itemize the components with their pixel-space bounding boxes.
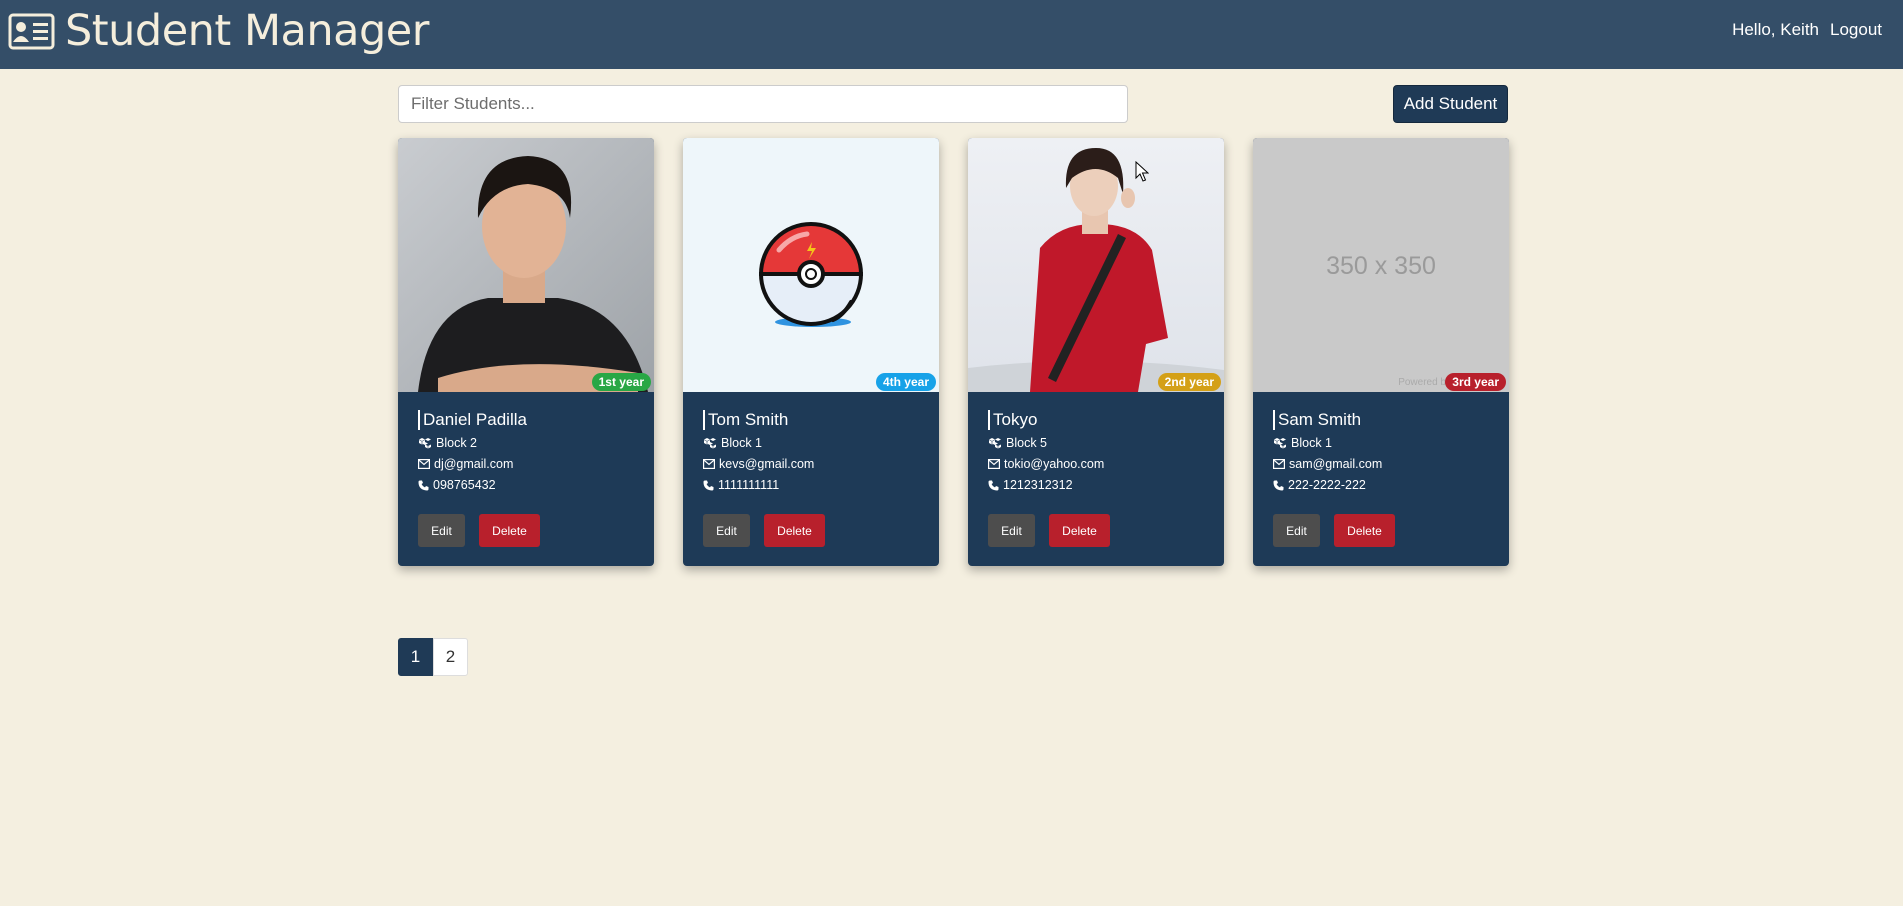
user-greeting[interactable]: Hello, Keith <box>1732 20 1819 40</box>
brand[interactable]: Student Manager <box>8 4 429 58</box>
envelope-icon <box>703 459 715 469</box>
student-name: Tom Smith <box>703 410 923 430</box>
envelope-icon <box>988 459 1000 469</box>
student-photo: 350 x 350 Powered by 3rd year <box>1253 138 1509 392</box>
phone-icon <box>1273 480 1284 490</box>
year-badge: 4th year <box>875 373 936 391</box>
phone-info: 222-2222-222 <box>1273 477 1493 493</box>
app-title: Student Manager <box>65 6 429 56</box>
cubes-icon <box>704 438 716 449</box>
year-badge: 3rd year <box>1445 373 1506 391</box>
student-name: Daniel Padilla <box>418 410 638 430</box>
email-info: tokio@yahoo.com <box>988 456 1208 472</box>
student-card: 4th year Tom Smith Block 1 kevs@gmail.co… <box>683 138 939 566</box>
edit-button[interactable]: Edit <box>1273 514 1320 547</box>
page-2-button[interactable]: 2 <box>433 638 468 676</box>
edit-button[interactable]: Edit <box>418 514 465 547</box>
placeholder-text: 350 x 350 <box>1326 252 1436 280</box>
year-badge: 1st year <box>591 373 651 391</box>
cubes-icon <box>1274 438 1286 449</box>
phone-info: 098765432 <box>418 477 638 493</box>
student-card: 350 x 350 Powered by 3rd year Sam Smith … <box>1253 138 1509 566</box>
logout-link[interactable]: Logout <box>1830 20 1882 40</box>
page-1-button[interactable]: 1 <box>398 638 433 676</box>
phone-icon <box>418 480 429 490</box>
student-photo: 4th year <box>683 138 939 392</box>
navbar: Student Manager Hello, Keith Logout <box>0 0 1903 69</box>
id-card-icon <box>8 13 55 49</box>
envelope-icon <box>1273 459 1285 469</box>
phone-info: 1212312312 <box>988 477 1208 493</box>
student-card: 1st year Daniel Padilla Block 2 dj@gmail… <box>398 138 654 566</box>
delete-button[interactable]: Delete <box>1334 514 1395 547</box>
powered-by-text: Powered by <box>1398 377 1451 388</box>
mouse-cursor-icon <box>1135 161 1149 182</box>
envelope-icon <box>418 459 430 469</box>
email-info: kevs@gmail.com <box>703 456 923 472</box>
student-card: 2nd year Tokyo Block 5 tokio@yahoo.com 1… <box>968 138 1224 566</box>
student-photo: 1st year <box>398 138 654 392</box>
block-info: Block 2 <box>418 435 638 451</box>
student-name: Sam Smith <box>1273 410 1493 430</box>
block-info: Block 5 <box>988 435 1208 451</box>
cubes-icon <box>989 438 1001 449</box>
student-name: Tokyo <box>988 410 1208 430</box>
phone-info: 1111111111 <box>703 477 923 493</box>
delete-button[interactable]: Delete <box>479 514 540 547</box>
email-info: sam@gmail.com <box>1273 456 1493 472</box>
delete-button[interactable]: Delete <box>764 514 825 547</box>
add-student-button[interactable]: Add Student <box>1393 85 1508 123</box>
year-badge: 2nd year <box>1157 373 1221 391</box>
pagination: 1 2 <box>398 638 468 676</box>
delete-button[interactable]: Delete <box>1049 514 1110 547</box>
block-info: Block 1 <box>703 435 923 451</box>
phone-icon <box>988 480 999 490</box>
block-info: Block 1 <box>1273 435 1493 451</box>
student-photo: 2nd year <box>968 138 1224 392</box>
email-info: dj@gmail.com <box>418 456 638 472</box>
edit-button[interactable]: Edit <box>703 514 750 547</box>
edit-button[interactable]: Edit <box>988 514 1035 547</box>
filter-students-input[interactable] <box>398 85 1128 123</box>
phone-icon <box>703 480 714 490</box>
cubes-icon <box>419 438 431 449</box>
